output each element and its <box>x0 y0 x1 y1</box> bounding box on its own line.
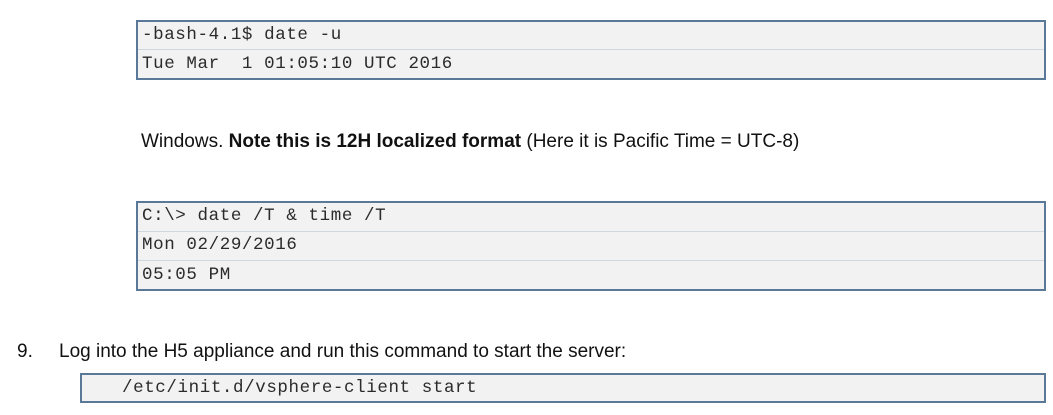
code-line: 05:05 PM <box>142 265 231 285</box>
code-line: -bash-4.1$ date -u <box>142 25 342 45</box>
windows-note-suffix: (Here it is Pacific Time = UTC-8) <box>521 131 800 152</box>
code-line: /etc/init.d/vsphere-client start <box>122 378 478 398</box>
windows-note-prefix: Windows. <box>141 131 229 152</box>
bash-code-block: -bash-4.1$ date -u Tue Mar 1 01:05:10 UT… <box>136 20 1046 80</box>
code-line: Mon 02/29/2016 <box>142 235 298 255</box>
windows-note-paragraph: Windows. Note this is 12H localized form… <box>141 130 799 154</box>
step-number: 9. <box>17 341 33 362</box>
code-line: Tue Mar 1 01:05:10 UTC 2016 <box>142 54 453 74</box>
step-instruction: Log into the H5 appliance and run this c… <box>59 341 627 362</box>
windows-code-block: C:\> date /T & time /T Mon 02/29/2016 05… <box>136 201 1046 291</box>
line-separator <box>138 49 1044 50</box>
line-separator <box>138 231 1044 232</box>
command-code-block: /etc/init.d/vsphere-client start <box>80 373 1046 403</box>
code-line: C:\> date /T & time /T <box>142 206 387 226</box>
windows-note-bold: Note this is 12H localized format <box>228 131 522 152</box>
line-separator <box>138 260 1044 261</box>
